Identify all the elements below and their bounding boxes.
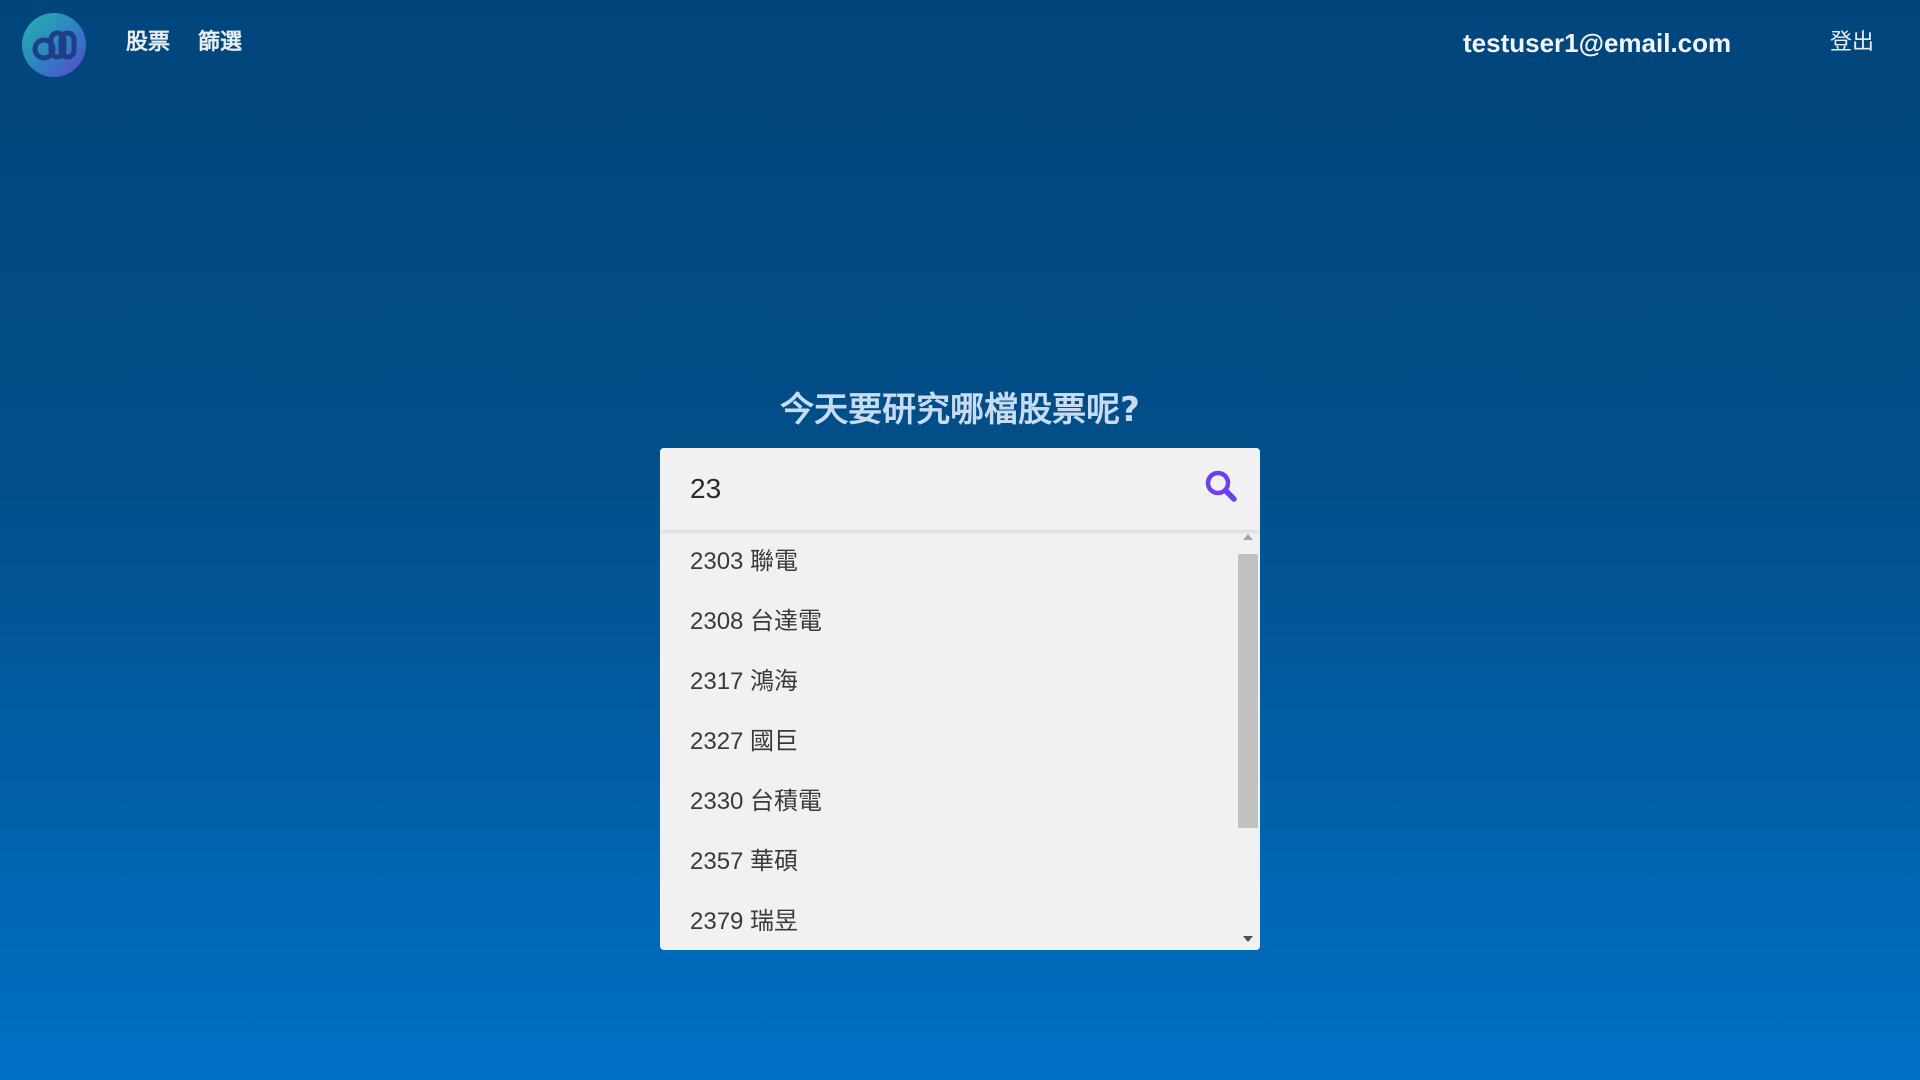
scroll-up-arrow-icon[interactable]	[1243, 534, 1253, 540]
stock-search-panel: 2303 聯電 2308 台達電 2317 鴻海 2327 國巨 2330 台積…	[660, 448, 1260, 950]
search-icon	[1205, 470, 1237, 502]
result-item[interactable]: 2308 台達電	[690, 602, 822, 642]
result-item[interactable]: 2303 聯電	[690, 542, 798, 582]
result-item[interactable]: 2317 鴻海	[690, 662, 798, 702]
search-input[interactable]	[690, 468, 1170, 510]
scroll-down-arrow-icon[interactable]	[1243, 936, 1253, 942]
search-results-list: 2303 聯電 2308 台達電 2317 鴻海 2327 國巨 2330 台積…	[660, 530, 1236, 950]
logout-link[interactable]: 登出	[1830, 26, 1874, 60]
page-headline: 今天要研究哪檔股票呢?	[780, 390, 1140, 430]
result-item[interactable]: 2327 國巨	[690, 722, 798, 762]
results-scrollbar[interactable]	[1236, 530, 1260, 950]
search-bar	[660, 448, 1260, 530]
result-item[interactable]: 2379 瑞昱	[690, 902, 798, 942]
result-item[interactable]: 2330 台積電	[690, 782, 822, 822]
logo-mark-icon	[32, 30, 77, 61]
result-item[interactable]: 2357 華碩	[690, 842, 798, 882]
scrollbar-thumb[interactable]	[1238, 554, 1258, 828]
user-email: testuser1@email.com	[1463, 28, 1732, 58]
top-navbar: 股票 篩選 testuser1@email.com 登出	[0, 0, 1920, 88]
app-logo[interactable]	[22, 13, 86, 77]
nav-screener-link[interactable]: 篩選	[198, 26, 242, 60]
nav-stocks-link[interactable]: 股票	[126, 26, 170, 60]
search-button[interactable]	[1200, 466, 1244, 510]
